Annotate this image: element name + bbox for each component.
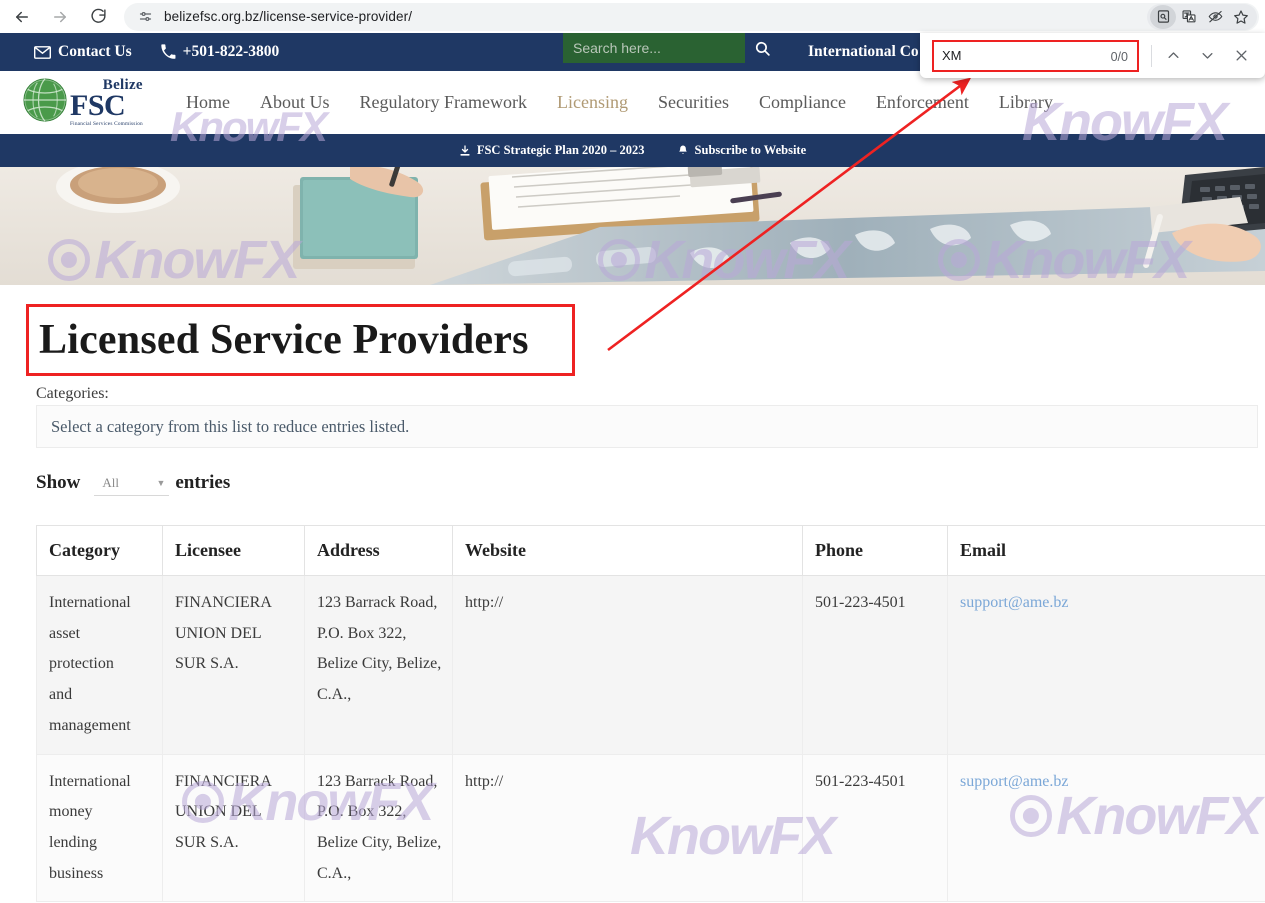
- find-match-count: 0/0: [1110, 49, 1128, 64]
- cell-address: 123 Barrack Road, P.O. Box 322, Belize C…: [304, 753, 453, 903]
- site-search-input[interactable]: [563, 33, 745, 64]
- phone-label: +501-822-3800: [182, 43, 280, 60]
- omnibox-action-icons: [1147, 3, 1257, 30]
- logo-fsc-text: FSC: [70, 89, 126, 123]
- column-header-email[interactable]: Email: [947, 525, 1265, 576]
- cell-email: support@ame.bz: [947, 753, 1265, 903]
- find-previous-button[interactable]: [1156, 39, 1190, 73]
- strategic-plan-label: FSC Strategic Plan 2020 – 2023: [476, 143, 645, 157]
- translate-icon[interactable]: [1176, 5, 1202, 29]
- find-bar-divider: [1151, 44, 1152, 67]
- browser-reload-button[interactable]: [84, 3, 112, 31]
- cell-licensee: FINANCIERA UNION DEL SUR S.A.: [162, 753, 305, 903]
- find-input-highlight-box: 0/0: [932, 39, 1139, 72]
- cell-phone: 501-223-4501: [802, 575, 948, 755]
- nav-item-library[interactable]: Library: [999, 92, 1053, 113]
- category-filter-placeholder: Select a category from this list to redu…: [51, 416, 410, 436]
- browser-forward-button[interactable]: [46, 3, 74, 31]
- nav-item-compliance[interactable]: Compliance: [759, 92, 846, 113]
- entries-length-select[interactable]: All ▼: [94, 470, 170, 496]
- cell-email: support@ame.bz: [947, 575, 1265, 755]
- site-main-navigation: Belize FSC Financial Services Commission…: [0, 71, 1265, 134]
- find-next-button[interactable]: [1190, 39, 1224, 73]
- site-search-form: [563, 33, 779, 64]
- browser-find-bar: 0/0: [920, 33, 1265, 78]
- category-filter-select[interactable]: Select a category from this list to redu…: [36, 405, 1258, 448]
- site-logo[interactable]: Belize FSC Financial Services Commission: [22, 75, 144, 131]
- cell-website: http://: [452, 753, 803, 903]
- find-close-button[interactable]: [1224, 39, 1258, 73]
- licensed-service-providers-table: Category Licensee Address Website Phone …: [36, 525, 1265, 903]
- page-hero-banner: [0, 167, 1265, 285]
- nav-item-home[interactable]: Home: [186, 92, 230, 113]
- chevron-down-icon: ▼: [156, 477, 166, 488]
- table-row: International asset protection and manag…: [36, 575, 1265, 755]
- globe-logo-icon: [22, 77, 68, 128]
- table-header-row: Category Licensee Address Website Phone …: [36, 525, 1265, 576]
- site-search-button[interactable]: [745, 33, 779, 64]
- entries-length-value: All: [102, 474, 119, 490]
- nav-item-about-us[interactable]: About Us: [260, 92, 330, 113]
- nav-link-list: Home About Us Regulatory Framework Licen…: [186, 92, 1053, 113]
- cell-website: http://: [452, 575, 803, 755]
- bookmark-star-icon[interactable]: [1228, 5, 1254, 29]
- site-settings-icon[interactable]: [134, 6, 156, 28]
- eye-off-icon[interactable]: [1202, 5, 1228, 29]
- international-companies-link[interactable]: International Co: [808, 43, 919, 61]
- column-header-phone[interactable]: Phone: [802, 525, 948, 576]
- mail-icon: [34, 45, 51, 59]
- column-header-category[interactable]: Category: [36, 525, 163, 576]
- bell-icon: [677, 144, 689, 157]
- browser-chrome: belizefsc.org.bz/license-service-provide…: [0, 0, 1265, 33]
- nav-item-licensing[interactable]: Licensing: [557, 92, 628, 113]
- nav-item-regulatory-framework[interactable]: Regulatory Framework: [360, 92, 527, 113]
- table-body: International asset protection and manag…: [36, 575, 1265, 903]
- page-content: Licensed Service Providers Categories: S…: [0, 285, 1265, 903]
- cell-category: International money lending business: [36, 753, 163, 903]
- logo-wordmark: Belize FSC Financial Services Commission: [70, 78, 143, 127]
- contact-us-link[interactable]: Contact Us: [34, 43, 132, 61]
- find-input[interactable]: [942, 48, 1062, 63]
- contact-us-label: Contact Us: [58, 43, 132, 60]
- page-title: Licensed Service Providers: [39, 317, 529, 363]
- logo-tagline: Financial Services Commission: [70, 120, 143, 127]
- cell-category: International asset protection and manag…: [36, 575, 163, 755]
- cell-phone: 501-223-4501: [802, 753, 948, 903]
- email-link[interactable]: support@ame.bz: [960, 594, 1068, 611]
- show-entries-control: Show All ▼ entries: [36, 470, 230, 496]
- show-label: Show: [36, 472, 81, 493]
- page-viewport: Contact Us +501-822-3800 International C…: [0, 33, 1265, 903]
- phone-link[interactable]: +501-822-3800: [160, 43, 280, 61]
- hero-banner-image: [0, 167, 1265, 285]
- nav-item-securities[interactable]: Securities: [658, 92, 729, 113]
- nav-item-enforcement[interactable]: Enforcement: [876, 92, 969, 113]
- column-header-licensee[interactable]: Licensee: [162, 525, 305, 576]
- categories-label: Categories:: [36, 385, 109, 402]
- phone-icon: [160, 44, 176, 60]
- download-icon: [459, 144, 471, 157]
- strategic-plan-link[interactable]: FSC Strategic Plan 2020 – 2023: [459, 143, 645, 158]
- browser-back-button[interactable]: [8, 3, 36, 31]
- email-link[interactable]: support@ame.bz: [960, 773, 1068, 790]
- column-header-address[interactable]: Address: [304, 525, 453, 576]
- subscribe-label: Subscribe to Website: [694, 143, 807, 157]
- entries-label: entries: [175, 472, 231, 493]
- address-bar[interactable]: belizefsc.org.bz/license-service-provide…: [124, 2, 1259, 31]
- find-in-page-icon[interactable]: [1150, 4, 1176, 29]
- cell-licensee: FINANCIERA UNION DEL SUR S.A.: [162, 575, 305, 755]
- site-announcement-bar: FSC Strategic Plan 2020 – 2023 Subscribe…: [0, 134, 1265, 167]
- subscribe-link[interactable]: Subscribe to Website: [677, 143, 807, 158]
- page-title-highlight-box: Licensed Service Providers: [26, 304, 575, 376]
- table-header: Category Licensee Address Website Phone …: [36, 525, 1265, 576]
- cell-address: 123 Barrack Road, P.O. Box 322, Belize C…: [304, 575, 453, 755]
- address-bar-url: belizefsc.org.bz/license-service-provide…: [164, 9, 413, 24]
- column-header-website[interactable]: Website: [452, 525, 803, 576]
- table-row: International money lending business FIN…: [36, 753, 1265, 903]
